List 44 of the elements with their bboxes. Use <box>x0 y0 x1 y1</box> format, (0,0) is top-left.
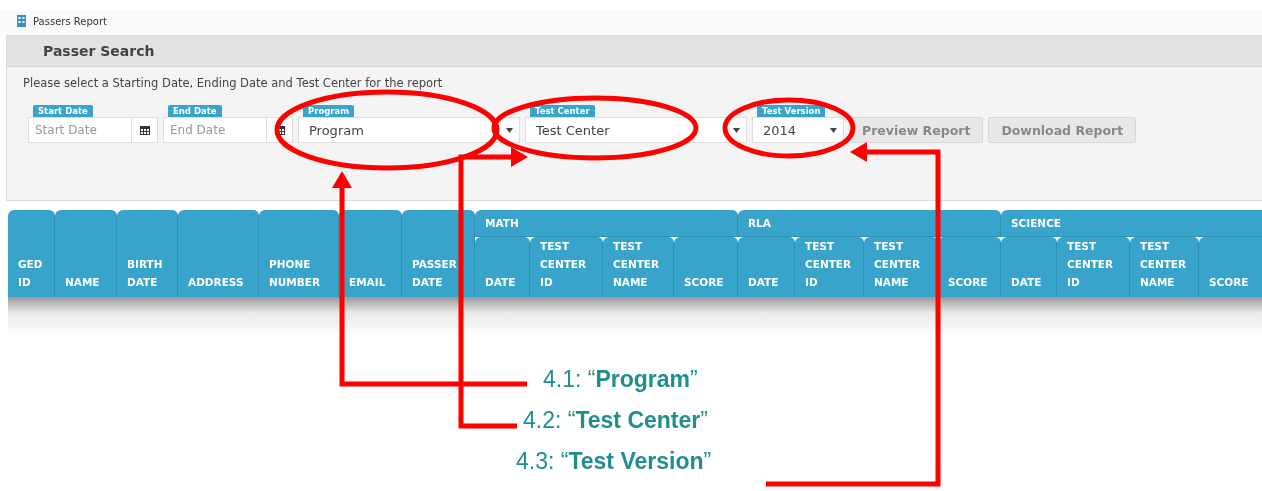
caret-icon <box>506 127 513 133</box>
select-field[interactable]: Program <box>298 117 520 143</box>
column-header: TEST CENTER ID <box>795 237 864 297</box>
column-header: DATE <box>738 237 795 297</box>
column-header: TEST CENTER NAME <box>864 237 938 297</box>
column-group-header: RLA <box>738 210 1001 237</box>
field-label: End Date <box>168 105 222 117</box>
column-header: PHONE NUMBER <box>259 210 339 297</box>
column-header: SCORE <box>674 237 738 297</box>
column-group-header: MATH <box>475 210 738 237</box>
column-group-header: SCIENCE <box>1001 210 1262 237</box>
field-label: Start Date <box>33 105 93 117</box>
column-header: SCORE <box>938 237 1001 297</box>
instruction-text: Please select a Starting Date, Ending Date and Test Center for the report <box>23 76 444 90</box>
caret-icon <box>830 127 837 133</box>
caret-icon <box>733 127 740 133</box>
date-field[interactable]: End Date <box>163 117 267 143</box>
calendar-icon <box>139 125 150 135</box>
field-label: Program <box>303 105 355 117</box>
column-header: DATE <box>475 237 530 297</box>
field-label: Test Version <box>757 105 826 117</box>
building-icon <box>16 15 27 27</box>
column-header: TEST CENTER NAME <box>1130 237 1199 297</box>
date-field[interactable]: Start Date <box>28 117 132 143</box>
calendar-button[interactable] <box>132 117 158 143</box>
panel-title: Passer Search <box>43 43 155 59</box>
column-header: EMAIL <box>339 210 402 297</box>
column-header: SCORE <box>1199 237 1262 297</box>
column-header: TEST CENTER ID <box>530 237 603 297</box>
column-header: GED ID <box>8 210 55 297</box>
column-header: BIRTH DATE <box>117 210 178 297</box>
column-header: DATE <box>1001 237 1057 297</box>
annotation-label: 4.1: “Program” <box>543 366 699 393</box>
window-title: Passers Report <box>33 15 107 27</box>
annotation-label: 4.3: “Test Version” <box>516 448 713 475</box>
column-header: ADDRESS <box>178 210 259 297</box>
column-header: TEST CENTER ID <box>1057 237 1130 297</box>
field-label: Test Center <box>530 105 595 117</box>
select-field[interactable]: Test Center <box>525 117 747 143</box>
annotation-label: 4.2: “Test Center” <box>523 407 709 434</box>
column-header: PASSER DATE <box>402 210 475 297</box>
select-field[interactable]: 2014 <box>752 117 844 143</box>
column-header: NAME <box>55 210 117 297</box>
column-header: TEST CENTER NAME <box>603 237 674 297</box>
